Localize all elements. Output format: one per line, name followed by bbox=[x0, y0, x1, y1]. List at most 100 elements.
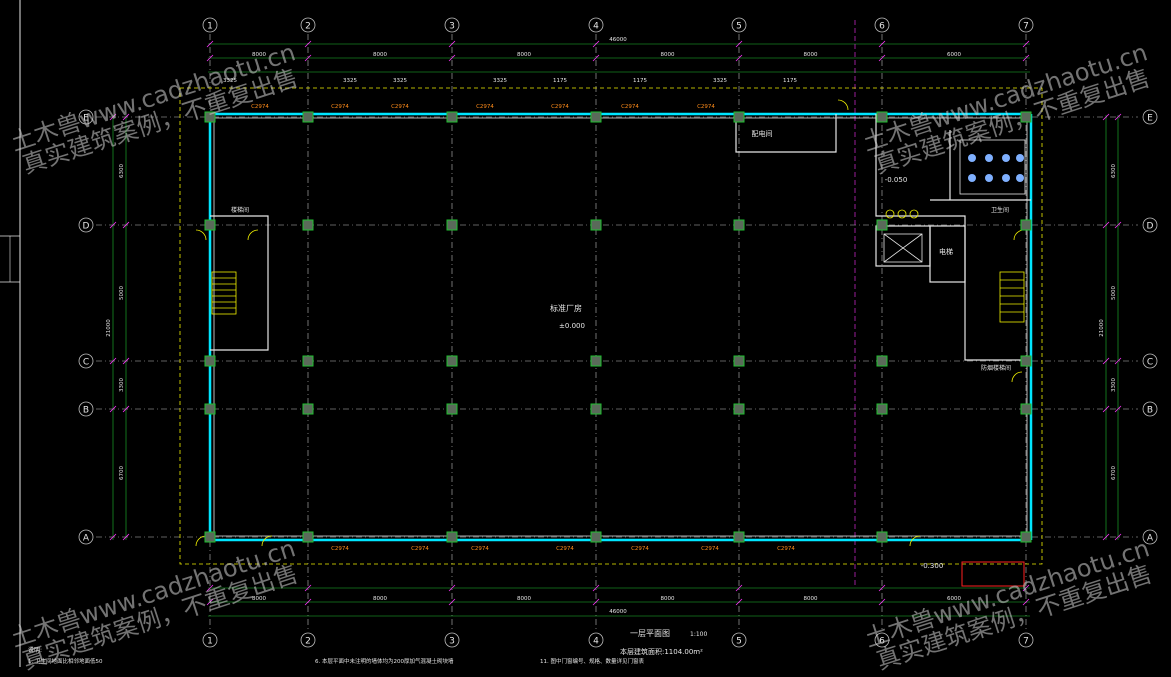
dimension-text: 3325 bbox=[713, 78, 727, 84]
axis-bubble: 4 bbox=[588, 17, 604, 33]
svg-text:6: 6 bbox=[879, 637, 885, 647]
axis-bubble: C bbox=[1142, 353, 1158, 369]
dimension-text: 3325 bbox=[223, 78, 237, 84]
column bbox=[446, 403, 458, 415]
dimension-text: 46000 bbox=[609, 37, 627, 43]
drawing-title: 一层平面图 bbox=[630, 629, 670, 638]
column bbox=[733, 403, 745, 415]
axis-bubble: C bbox=[78, 353, 94, 369]
axis-bubble: A bbox=[1142, 529, 1158, 545]
svg-text:6: 6 bbox=[879, 22, 885, 32]
dimension-text: 6300 bbox=[119, 164, 125, 178]
dimension-text: 8000 bbox=[804, 52, 818, 58]
svg-text:4: 4 bbox=[593, 637, 599, 647]
column bbox=[204, 111, 216, 123]
svg-text:D: D bbox=[1147, 222, 1154, 232]
dimension-text: 8000 bbox=[661, 596, 675, 602]
column bbox=[733, 355, 745, 367]
note-1: 1. 卫生间地面比相邻地面低50 bbox=[28, 657, 103, 665]
column bbox=[204, 219, 216, 231]
column bbox=[204, 403, 216, 415]
axis-bubble: E bbox=[1142, 109, 1158, 125]
entrance-ramp bbox=[961, 561, 1025, 587]
axis-bubble: 2 bbox=[300, 632, 316, 648]
svg-text:3: 3 bbox=[449, 22, 455, 32]
dimension-text: 6700 bbox=[1111, 466, 1117, 480]
column bbox=[1020, 219, 1032, 231]
svg-text:C: C bbox=[83, 358, 89, 368]
column bbox=[1020, 355, 1032, 367]
svg-text:2: 2 bbox=[305, 637, 311, 647]
svg-text:5: 5 bbox=[736, 637, 742, 647]
hall-name: 标准厂房 bbox=[550, 303, 582, 313]
toilet-label: 卫生间 bbox=[991, 206, 1009, 214]
dimension-text: 8000 bbox=[373, 596, 387, 602]
dimension-text: 46000 bbox=[609, 609, 627, 615]
axis-bubble: 7 bbox=[1018, 17, 1034, 33]
column bbox=[302, 531, 314, 543]
svg-text:5: 5 bbox=[736, 22, 742, 32]
stair-left-label: 楼梯间 bbox=[231, 206, 249, 214]
dimension-text: 5000 bbox=[119, 286, 125, 300]
axis-grid-lines bbox=[96, 34, 1138, 632]
interior-walls bbox=[210, 114, 1031, 361]
axis-bubble: D bbox=[78, 217, 94, 233]
doors bbox=[195, 99, 1025, 547]
svg-text:C: C bbox=[1147, 358, 1153, 368]
axis-bubble: D bbox=[1142, 217, 1158, 233]
area-note: 本层建筑面积:1104.00m² bbox=[620, 647, 703, 656]
window-tag: C2974 bbox=[701, 546, 719, 552]
dimension-text: 6300 bbox=[1111, 164, 1117, 178]
dimension-text: 21000 bbox=[106, 319, 112, 337]
column bbox=[302, 111, 314, 123]
column bbox=[876, 355, 888, 367]
column bbox=[1020, 111, 1032, 123]
column bbox=[733, 111, 745, 123]
drawing-scale: 1:100 bbox=[690, 631, 707, 638]
axis-bubbles: 1 1 2 2 3 3 4 4 5 5 6 6 7 7 E E D D C C B B A A bbox=[78, 17, 1158, 648]
dimension-text: 21000 bbox=[1099, 319, 1105, 337]
window-tag: C2974 bbox=[551, 104, 569, 110]
column bbox=[733, 219, 745, 231]
column bbox=[733, 531, 745, 543]
elevator-shaft bbox=[883, 233, 923, 263]
column bbox=[1020, 531, 1032, 543]
column bbox=[590, 531, 602, 543]
column bbox=[1020, 403, 1032, 415]
dimension-text: 8000 bbox=[517, 52, 531, 58]
column bbox=[876, 111, 888, 123]
dimension-text: 1175 bbox=[553, 78, 567, 84]
svg-text:B: B bbox=[1147, 406, 1153, 416]
axis-bubble: 6 bbox=[874, 632, 890, 648]
dimension-text: 8000 bbox=[252, 596, 266, 602]
svg-text:A: A bbox=[83, 534, 90, 544]
axis-bubble: 6 bbox=[874, 17, 890, 33]
column bbox=[876, 219, 888, 231]
dimension-text: 3300 bbox=[119, 378, 125, 392]
window-tag: C2974 bbox=[697, 104, 715, 110]
column bbox=[302, 219, 314, 231]
column bbox=[590, 403, 602, 415]
column bbox=[876, 403, 888, 415]
column bbox=[446, 219, 458, 231]
axis-bubble: 3 bbox=[444, 632, 460, 648]
title-block: 一层平面图 1:100 本层建筑面积:1104.00m² 说明: 1. 卫生间地… bbox=[28, 629, 707, 665]
hall-elevation: ±0.000 bbox=[559, 322, 585, 330]
window-tag: C2974 bbox=[631, 546, 649, 552]
window-tag: C2974 bbox=[251, 104, 269, 110]
dimension-text: 6700 bbox=[119, 466, 125, 480]
window-tag: C2974 bbox=[556, 546, 574, 552]
outer-outline bbox=[179, 87, 1043, 565]
dimension-text: 3325 bbox=[493, 78, 507, 84]
svg-text:7: 7 bbox=[1023, 637, 1029, 647]
dimension-text: 8000 bbox=[804, 596, 818, 602]
axis-bubble: B bbox=[1142, 401, 1158, 417]
axis-bubble: 3 bbox=[444, 17, 460, 33]
axis-bubble: 5 bbox=[731, 17, 747, 33]
axis-bubble: 1 bbox=[202, 17, 218, 33]
axis-bubble: 2 bbox=[300, 17, 316, 33]
ramp-elevation: -0.300 bbox=[921, 562, 944, 570]
dimension-text: 6000 bbox=[947, 52, 961, 58]
svg-text:E: E bbox=[1147, 114, 1153, 124]
note-6: 6. 本层平面中未注明的墙体均为200厚加气混凝土砌块墙 bbox=[315, 657, 454, 665]
